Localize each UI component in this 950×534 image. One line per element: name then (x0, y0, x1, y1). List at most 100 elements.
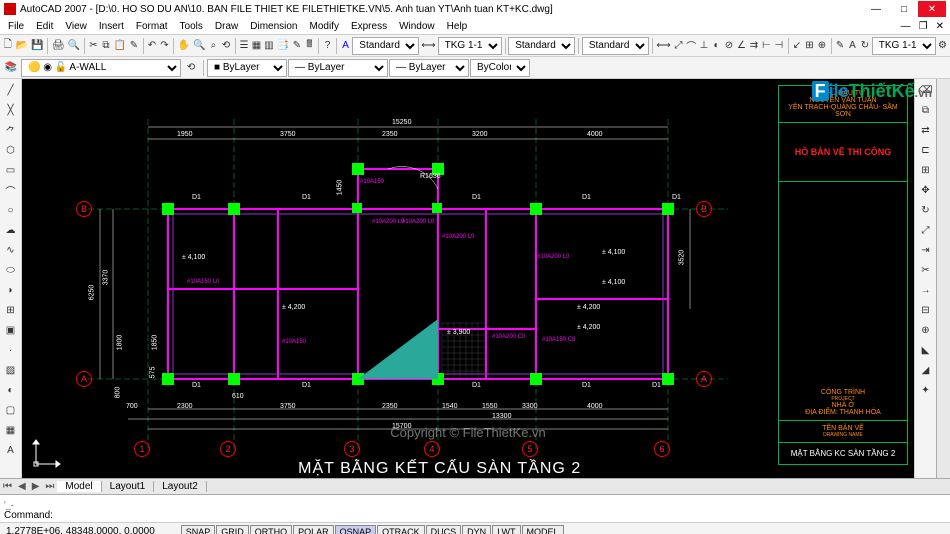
paste-button[interactable]: 📋 (113, 37, 127, 55)
toggle-otrack[interactable]: OTRACK (377, 525, 425, 534)
toggle-osnap[interactable]: OSNAP (335, 525, 377, 534)
menu-format[interactable]: Format (130, 21, 174, 32)
dim-style-manager-button[interactable]: ⚙ (937, 37, 948, 55)
dim-text-edit-button[interactable]: A (847, 37, 858, 55)
dim-quick-button[interactable]: ⇉ (748, 37, 759, 55)
toggle-ducs[interactable]: DUCS (426, 525, 462, 534)
menu-file[interactable]: File (2, 21, 30, 32)
rectangle-button[interactable]: ▭ (2, 161, 20, 179)
redo-button[interactable]: ↷ (159, 37, 170, 55)
doc-close-button[interactable]: ✕ (932, 21, 948, 32)
menu-tools[interactable]: Tools (174, 21, 209, 32)
close-button[interactable]: ✕ (918, 1, 946, 17)
table-style-select[interactable]: Standard (582, 37, 649, 55)
cut-button[interactable]: ✂ (88, 37, 99, 55)
insert-button[interactable]: ⊞ (2, 301, 20, 319)
dim-baseline-button[interactable]: ⊢ (761, 37, 772, 55)
toggle-ortho[interactable]: ORTHO (250, 525, 292, 534)
dim-style-2-select[interactable]: TKG 1-1 (872, 37, 936, 55)
revcloud-button[interactable]: ☁ (2, 221, 20, 239)
extend-button[interactable]: → (917, 281, 935, 299)
table-button[interactable]: ▦ (2, 421, 20, 439)
coordinates[interactable]: 1.2778E+06, 48348.0000, 0.0000 (0, 526, 161, 534)
pan-button[interactable]: ✋ (177, 37, 191, 55)
match-button[interactable]: ✎ (128, 37, 139, 55)
maximize-button[interactable]: □ (890, 1, 918, 17)
layer-manager-button[interactable]: 📚 (2, 59, 20, 77)
open-button[interactable]: 📂 (14, 37, 28, 55)
circle-button[interactable]: ○ (2, 201, 20, 219)
polygon-button[interactable]: ⬡ (2, 141, 20, 159)
menu-view[interactable]: View (59, 21, 93, 32)
dim-angular-button[interactable]: ∠ (736, 37, 747, 55)
scale-button[interactable]: ⤢ (917, 221, 935, 239)
spline-button[interactable]: ∿ (2, 241, 20, 259)
toggle-model[interactable]: MODEL (522, 525, 564, 534)
dim-style-icon[interactable]: ⟷ (420, 37, 436, 55)
block-button[interactable]: ▣ (2, 321, 20, 339)
dim-edit-button[interactable]: ✎ (834, 37, 845, 55)
move-button[interactable]: ✥ (917, 181, 935, 199)
layer-select[interactable]: 🟡 ◉ 🔓 A-WALL (21, 59, 181, 77)
fillet-button[interactable]: ◢ (917, 361, 935, 379)
design-center-button[interactable]: ▦ (251, 37, 262, 55)
tab-next-button[interactable]: ▶ (29, 481, 43, 492)
explode-button[interactable]: ✦ (917, 381, 935, 399)
rotate-button[interactable]: ↻ (917, 201, 935, 219)
trim-button[interactable]: ✂ (917, 261, 935, 279)
line-button[interactable]: ╱ (2, 81, 20, 99)
linetype-select[interactable]: — ByLayer (288, 59, 388, 77)
dim-style-select[interactable]: TKG 1-1 (438, 37, 502, 55)
lineweight-select[interactable]: — ByLayer (389, 59, 469, 77)
plot-button[interactable]: 🖨 (51, 37, 66, 55)
dim-ordinate-button[interactable]: ⊥ (698, 37, 709, 55)
color-select[interactable]: ■ ByLayer (207, 59, 287, 77)
mirror-button[interactable]: ⇄ (917, 121, 935, 139)
tab-model[interactable]: Model (57, 481, 101, 492)
drawing-canvas[interactable]: 1 2 3 4 5 6 A B A B 15250 1950 3750 2350… (22, 79, 914, 478)
ellipse-arc-button[interactable]: ◗ (2, 281, 20, 299)
command-line[interactable]: '_- Command: (0, 494, 950, 522)
minimize-button[interactable]: — (862, 1, 890, 17)
menu-edit[interactable]: Edit (30, 21, 59, 32)
markup-button[interactable]: ✎ (291, 37, 302, 55)
tab-first-button[interactable]: ⏮ (0, 481, 15, 492)
zoom-window-button[interactable]: ⌕ (208, 37, 219, 55)
mtext-button[interactable]: A (2, 441, 20, 459)
ellipse-button[interactable]: ⬭ (2, 261, 20, 279)
leader-button[interactable]: ↙ (791, 37, 802, 55)
tab-prev-button[interactable]: ◀ (15, 481, 29, 492)
tool-palette-button[interactable]: ▥ (263, 37, 274, 55)
pline-button[interactable]: ⺈ (2, 121, 20, 139)
center-mark-button[interactable]: ⊕ (816, 37, 827, 55)
dim-linear-button[interactable]: ⟷ (655, 37, 671, 55)
command-input[interactable] (56, 510, 946, 521)
doc-minimize-button[interactable]: — (897, 21, 915, 32)
toggle-polar[interactable]: POLAR (293, 525, 334, 534)
gradient-button[interactable]: ◐ (2, 381, 20, 399)
copy-button[interactable]: ⧉ (100, 37, 111, 55)
array-button[interactable]: ⊞ (917, 161, 935, 179)
vertical-scrollbar[interactable] (936, 79, 950, 478)
dim-update-button[interactable]: ↻ (859, 37, 870, 55)
zoom-button[interactable]: 🔍 (192, 37, 206, 55)
tab-layout2[interactable]: Layout2 (154, 481, 207, 492)
properties-button[interactable]: ☰ (238, 37, 249, 55)
sheet-set-button[interactable]: 📑 (276, 37, 290, 55)
zoom-prev-button[interactable]: ⟲ (220, 37, 231, 55)
tab-last-button[interactable]: ⏭ (42, 481, 57, 492)
help-button[interactable]: ? (322, 37, 333, 55)
text-style-2-select[interactable]: Standard (508, 37, 575, 55)
chamfer-button[interactable]: ◣ (917, 341, 935, 359)
menu-express[interactable]: Express (345, 21, 393, 32)
plotstyle-select[interactable]: ByColor (470, 59, 530, 77)
arc-button[interactable]: ⌒ (2, 181, 20, 199)
menu-dimension[interactable]: Dimension (244, 21, 303, 32)
dim-diameter-button[interactable]: ⊘ (723, 37, 734, 55)
break-button[interactable]: ⊟ (917, 301, 935, 319)
offset-button[interactable]: ⊏ (917, 141, 935, 159)
toggle-grid[interactable]: GRID (216, 525, 249, 534)
text-style-select[interactable]: Standard (352, 37, 419, 55)
layer-prev-button[interactable]: ⟲ (182, 59, 200, 77)
region-button[interactable]: ▢ (2, 401, 20, 419)
